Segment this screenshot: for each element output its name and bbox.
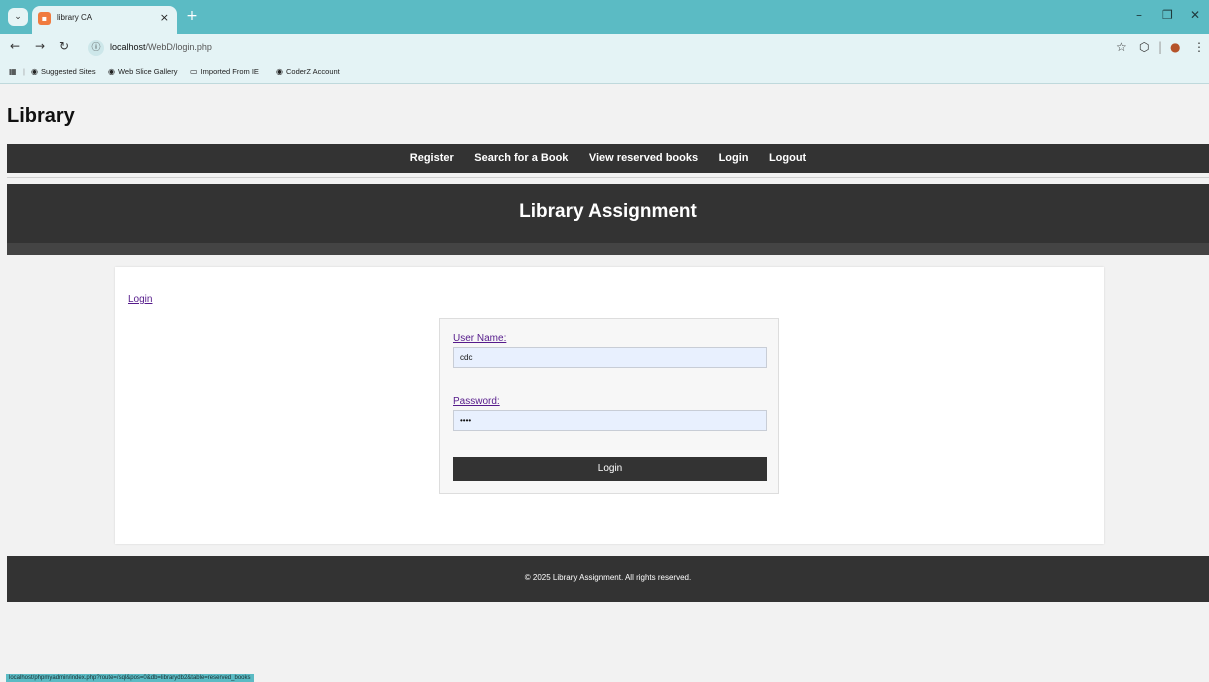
globe-icon: ◉	[276, 67, 283, 76]
bookmarks-bar: ▦ | ◉ Suggested Sites ◉ Web Slice Gallery …	[0, 62, 1209, 84]
apps-grid-icon[interactable]: ▦	[9, 67, 20, 76]
page-content: Library Register Search for a Book View …	[0, 85, 1209, 682]
login-card: Login User Name: cdc Password: •••• Logi…	[115, 267, 1104, 544]
bookmark-star-icon[interactable]: ☆	[1116, 40, 1127, 54]
tab-title: library CA	[57, 13, 93, 22]
bookmark-imported-from-ie[interactable]: ▭ Imported From IE	[190, 67, 259, 76]
password-label: Password:	[453, 396, 500, 407]
favicon-icon: ▪	[38, 12, 51, 25]
toolbar-divider: |	[1158, 40, 1163, 54]
nav-register[interactable]: Register	[410, 144, 454, 173]
back-icon[interactable]: ←	[10, 39, 20, 53]
browser-toolbar: ← → ↻ ⓘ localhost/WebD/login.php ☆ ⬡ | ●…	[0, 34, 1209, 62]
divider	[7, 177, 1209, 178]
minimize-icon[interactable]: –	[1136, 8, 1142, 22]
address-bar[interactable]: ⓘ localhost/WebD/login.php	[82, 38, 1102, 58]
footer: © 2025 Library Assignment. All rights re…	[7, 556, 1209, 602]
nav-login[interactable]: Login	[719, 144, 749, 173]
url-text[interactable]: localhost/WebD/login.php	[110, 42, 212, 52]
new-tab-button[interactable]: +	[182, 6, 202, 26]
browser-tab[interactable]: ▪ library CA ×	[32, 6, 177, 34]
bookmark-web-slice-gallery[interactable]: ◉ Web Slice Gallery	[108, 67, 177, 76]
forward-icon[interactable]: →	[35, 39, 45, 53]
extensions-icon[interactable]: ⬡	[1139, 40, 1149, 54]
bookmark-coderz-account[interactable]: ◉ CoderZ Account	[276, 67, 340, 76]
globe-icon: ◉	[31, 67, 38, 76]
banner-title: Library Assignment	[519, 201, 697, 222]
banner: Library Assignment	[7, 184, 1209, 243]
folder-icon: ▭	[190, 67, 198, 76]
login-link[interactable]: Login	[128, 294, 152, 305]
username-label: User Name:	[453, 333, 507, 344]
bookmarks-divider: |	[23, 67, 25, 76]
banner-strip	[7, 243, 1209, 255]
profile-avatar-icon[interactable]: ●	[1170, 40, 1180, 54]
close-window-icon[interactable]: ✕	[1190, 8, 1200, 22]
site-title: Library	[7, 105, 75, 127]
username-field[interactable]: cdc	[453, 347, 767, 368]
site-info-icon[interactable]: ⓘ	[88, 40, 104, 56]
nav-view-reserved[interactable]: View reserved books	[589, 144, 698, 173]
main-nav: Register Search for a Book View reserved…	[7, 144, 1209, 173]
nav-search-book[interactable]: Search for a Book	[474, 144, 568, 173]
password-field[interactable]: ••••	[453, 410, 767, 431]
tab-search-icon[interactable]: ⌄	[8, 8, 28, 26]
reload-icon[interactable]: ↻	[59, 39, 69, 53]
menu-kebab-icon[interactable]: ⋮	[1193, 40, 1205, 54]
nav-logout[interactable]: Logout	[769, 144, 806, 173]
tab-strip: ⌄ ▪ library CA × + – ❐ ✕	[0, 0, 1209, 34]
login-form: User Name: cdc Password: •••• Login	[439, 318, 779, 494]
footer-copyright: © 2025 Library Assignment. All rights re…	[524, 573, 692, 582]
close-tab-icon[interactable]: ×	[160, 11, 169, 24]
globe-icon: ◉	[108, 67, 115, 76]
status-url: localhost/phpmyadmin/index.php?route=/sq…	[6, 674, 254, 682]
login-button[interactable]: Login	[453, 457, 767, 481]
bookmark-suggested-sites[interactable]: ◉ Suggested Sites	[31, 67, 96, 76]
restore-icon[interactable]: ❐	[1162, 8, 1173, 22]
